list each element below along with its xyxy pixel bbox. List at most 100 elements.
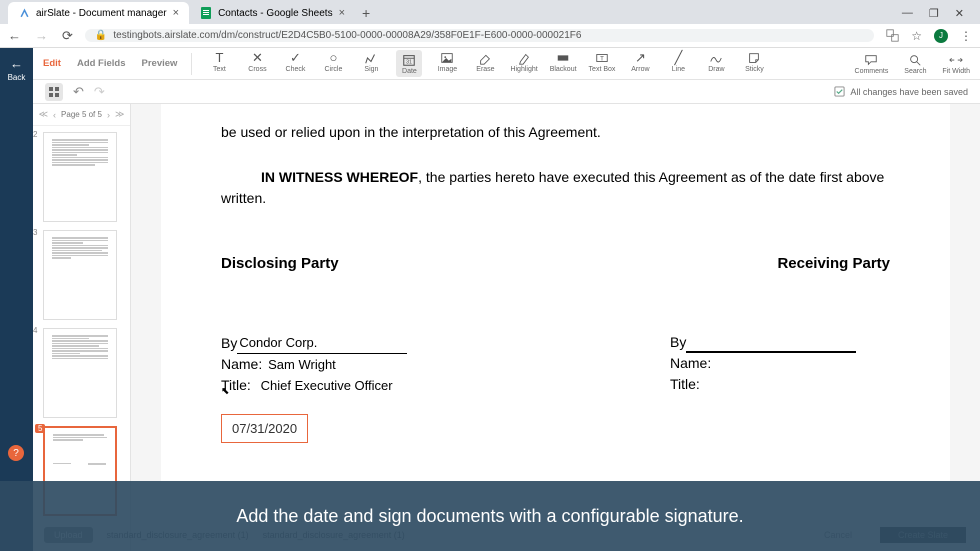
by-label: By — [221, 335, 237, 351]
forward-nav-icon[interactable]: → — [35, 28, 48, 44]
thumbnail-page-3[interactable]: 3 — [43, 230, 120, 320]
tool-text[interactable]: TText — [206, 50, 232, 77]
close-icon[interactable]: × — [173, 7, 179, 19]
profile-avatar[interactable]: J — [934, 29, 948, 43]
disclosing-name-value[interactable]: Sam Wright — [266, 357, 336, 372]
tool-highlight[interactable]: Highlight — [510, 50, 537, 77]
tool-right-group: Comments Search Fit Width — [855, 52, 970, 75]
tool-draw[interactable]: Draw — [703, 50, 729, 77]
tool-search[interactable]: Search — [902, 52, 928, 75]
date-field[interactable]: 07/31/2020 — [221, 414, 308, 444]
tool-erase[interactable]: Erase — [472, 50, 498, 77]
tool-blackout[interactable]: Blackout — [550, 50, 577, 77]
tool-sign[interactable]: Sign — [358, 50, 384, 77]
line-icon: ╱ — [671, 50, 686, 65]
by-label: By — [670, 334, 686, 350]
search-icon — [908, 52, 923, 67]
witness-bold: IN WITNESS WHEREOF — [261, 169, 418, 185]
caption-overlay: Add the date and sign documents with a c… — [0, 481, 980, 551]
disclosing-signature-block: By Condor Corp. Name: Sam Wright Title: … — [221, 332, 407, 444]
address-bar: ← → ⟳ 🔒 testingbots.airslate.com/dm/cons… — [0, 24, 980, 48]
title-label: Title: — [670, 376, 700, 392]
minimize-button[interactable]: — — [902, 7, 913, 20]
maximize-button[interactable]: ❐ — [929, 7, 939, 20]
lock-icon: 🔒 — [95, 30, 107, 41]
name-label: Name: — [670, 355, 711, 371]
mode-tabs: Edit Add Fields Preview — [43, 58, 177, 69]
reload-icon[interactable]: ⟳ — [62, 28, 73, 44]
help-badge[interactable]: ? — [8, 445, 24, 461]
cross-icon: ✕ — [250, 50, 265, 65]
url-field[interactable]: 🔒 testingbots.airslate.com/dm/construct/… — [85, 29, 874, 42]
tool-line[interactable]: ╱Line — [665, 50, 691, 77]
erase-icon — [478, 50, 493, 65]
status-bar: ↶ ↷ All changes have been saved — [33, 80, 980, 104]
page-prev-icon[interactable]: ‹ — [53, 110, 56, 120]
thumbnail-page-2[interactable]: 2 — [43, 132, 120, 222]
name-label: Name: — [221, 356, 262, 372]
undo-button[interactable]: ↶ — [73, 84, 84, 100]
tool-fitwidth[interactable]: Fit Width — [942, 52, 970, 75]
url-text: testingbots.airslate.com/dm/construct/E2… — [113, 30, 581, 41]
close-window-button[interactable]: ✕ — [955, 7, 964, 20]
sticky-icon — [747, 50, 762, 65]
thumbnail-page-4[interactable]: 4 — [43, 328, 120, 418]
disclosing-by-value[interactable]: Condor Corp. — [237, 335, 317, 350]
menu-icon[interactable]: ⋮ — [960, 29, 972, 43]
disclosing-header: Disclosing Party — [221, 253, 339, 276]
back-arrow-icon: ← — [10, 56, 23, 71]
tool-group: TText ✕Cross ✓Check ○Circle Sign 31Date … — [206, 50, 767, 77]
thumbnails-toggle[interactable] — [45, 83, 63, 101]
tool-image[interactable]: Image — [434, 50, 460, 77]
tool-textbox[interactable]: TText Box — [589, 50, 616, 77]
fitwidth-icon — [949, 52, 964, 67]
browser-tab-airslate[interactable]: airSlate - Document manager × — [8, 2, 189, 24]
saved-check-icon — [834, 86, 845, 97]
tool-date[interactable]: 31Date — [396, 50, 422, 77]
check-icon: ✓ — [288, 50, 303, 65]
main-column: Edit Add Fields Preview TText ✕Cross ✓Ch… — [33, 48, 980, 551]
sign-icon — [364, 50, 379, 65]
tab-preview[interactable]: Preview — [142, 58, 178, 69]
svg-text:T: T — [600, 55, 604, 62]
tab-edit[interactable]: Edit — [43, 58, 61, 69]
tool-cross[interactable]: ✕Cross — [244, 50, 270, 77]
translate-icon[interactable] — [886, 29, 899, 42]
caption-text: Add the date and sign documents with a c… — [236, 506, 743, 527]
witness-clause: IN WITNESS WHEREOF, the parties hereto h… — [221, 167, 890, 209]
new-tab-button[interactable]: + — [356, 3, 376, 23]
tab-title: Contacts - Google Sheets — [218, 8, 333, 19]
truncated-text: be used or relied upon in the interpreta… — [221, 122, 890, 143]
arrow-icon: ↗ — [633, 50, 648, 65]
window-controls: — ❐ ✕ — [902, 7, 972, 20]
page-first-icon[interactable]: ≪ — [39, 109, 48, 120]
tab-title: airSlate - Document manager — [36, 8, 167, 19]
back-nav-icon[interactable]: ← — [8, 28, 21, 44]
tab-add-fields[interactable]: Add Fields — [77, 58, 126, 69]
back-label: Back — [8, 73, 26, 82]
comments-icon — [864, 52, 879, 67]
disclosing-title-value[interactable]: Chief Executive Officer — [259, 378, 393, 393]
signature-row: By Condor Corp. Name: Sam Wright Title: … — [221, 332, 890, 444]
tool-sticky[interactable]: Sticky — [741, 50, 767, 77]
tab-bar: airSlate - Document manager × Contacts -… — [0, 0, 980, 24]
page-last-icon[interactable]: ≫ — [115, 109, 124, 120]
tab-favicon-airslate — [18, 7, 30, 19]
page-next-icon[interactable]: › — [107, 110, 110, 120]
tool-arrow[interactable]: ↗Arrow — [627, 50, 653, 77]
page-nav: ≪ ‹ Page 5 of 5 › ≫ — [33, 104, 130, 126]
editor-toolbar: Edit Add Fields Preview TText ✕Cross ✓Ch… — [33, 48, 980, 80]
highlight-icon — [517, 50, 532, 65]
close-icon[interactable]: × — [339, 7, 345, 19]
tool-circle[interactable]: ○Circle — [320, 50, 346, 77]
tool-comments[interactable]: Comments — [855, 52, 889, 75]
receiving-header: Receiving Party — [777, 253, 890, 276]
date-icon: 31 — [402, 52, 417, 67]
page-label: Page 5 of 5 — [61, 110, 102, 119]
bookmark-icon[interactable]: ☆ — [911, 29, 922, 43]
redo-button[interactable]: ↷ — [94, 84, 105, 100]
back-column[interactable]: ← Back — [0, 48, 33, 551]
save-status: All changes have been saved — [834, 86, 968, 97]
tool-check[interactable]: ✓Check — [282, 50, 308, 77]
browser-tab-sheets[interactable]: Contacts - Google Sheets × — [190, 2, 355, 24]
